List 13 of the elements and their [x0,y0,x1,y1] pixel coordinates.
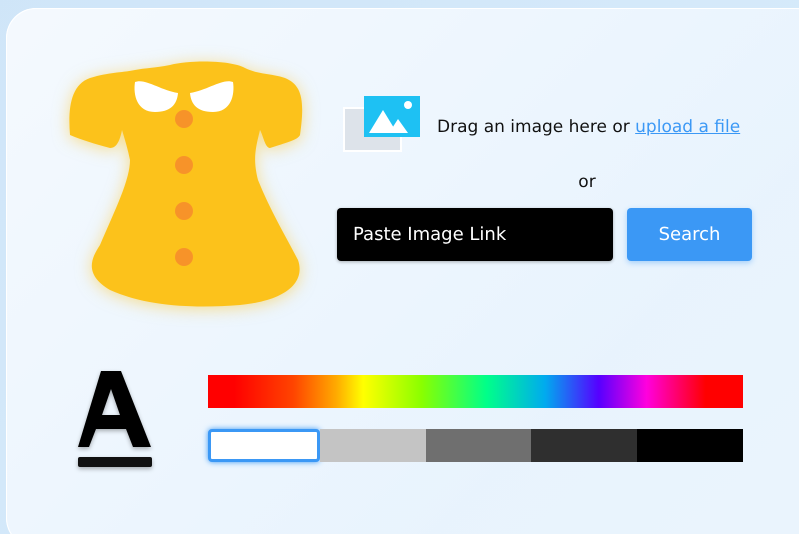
text-color-icon [78,371,154,467]
separator-text: or [578,172,596,192]
color-swatch[interactable] [208,429,320,462]
color-spectrum-bar[interactable] [208,375,743,408]
color-swatch[interactable] [426,429,532,462]
color-swatch[interactable] [637,429,743,462]
color-swatch[interactable] [531,429,638,462]
search-button[interactable]: Search [627,208,752,261]
upload-link[interactable]: upload a file [635,117,740,137]
drag-drop-prompt: Drag an image here or upload a file [437,117,740,137]
color-swatch[interactable] [320,429,426,462]
image-link-field[interactable]: Paste Image Link [337,208,613,261]
image-icon [343,96,421,152]
